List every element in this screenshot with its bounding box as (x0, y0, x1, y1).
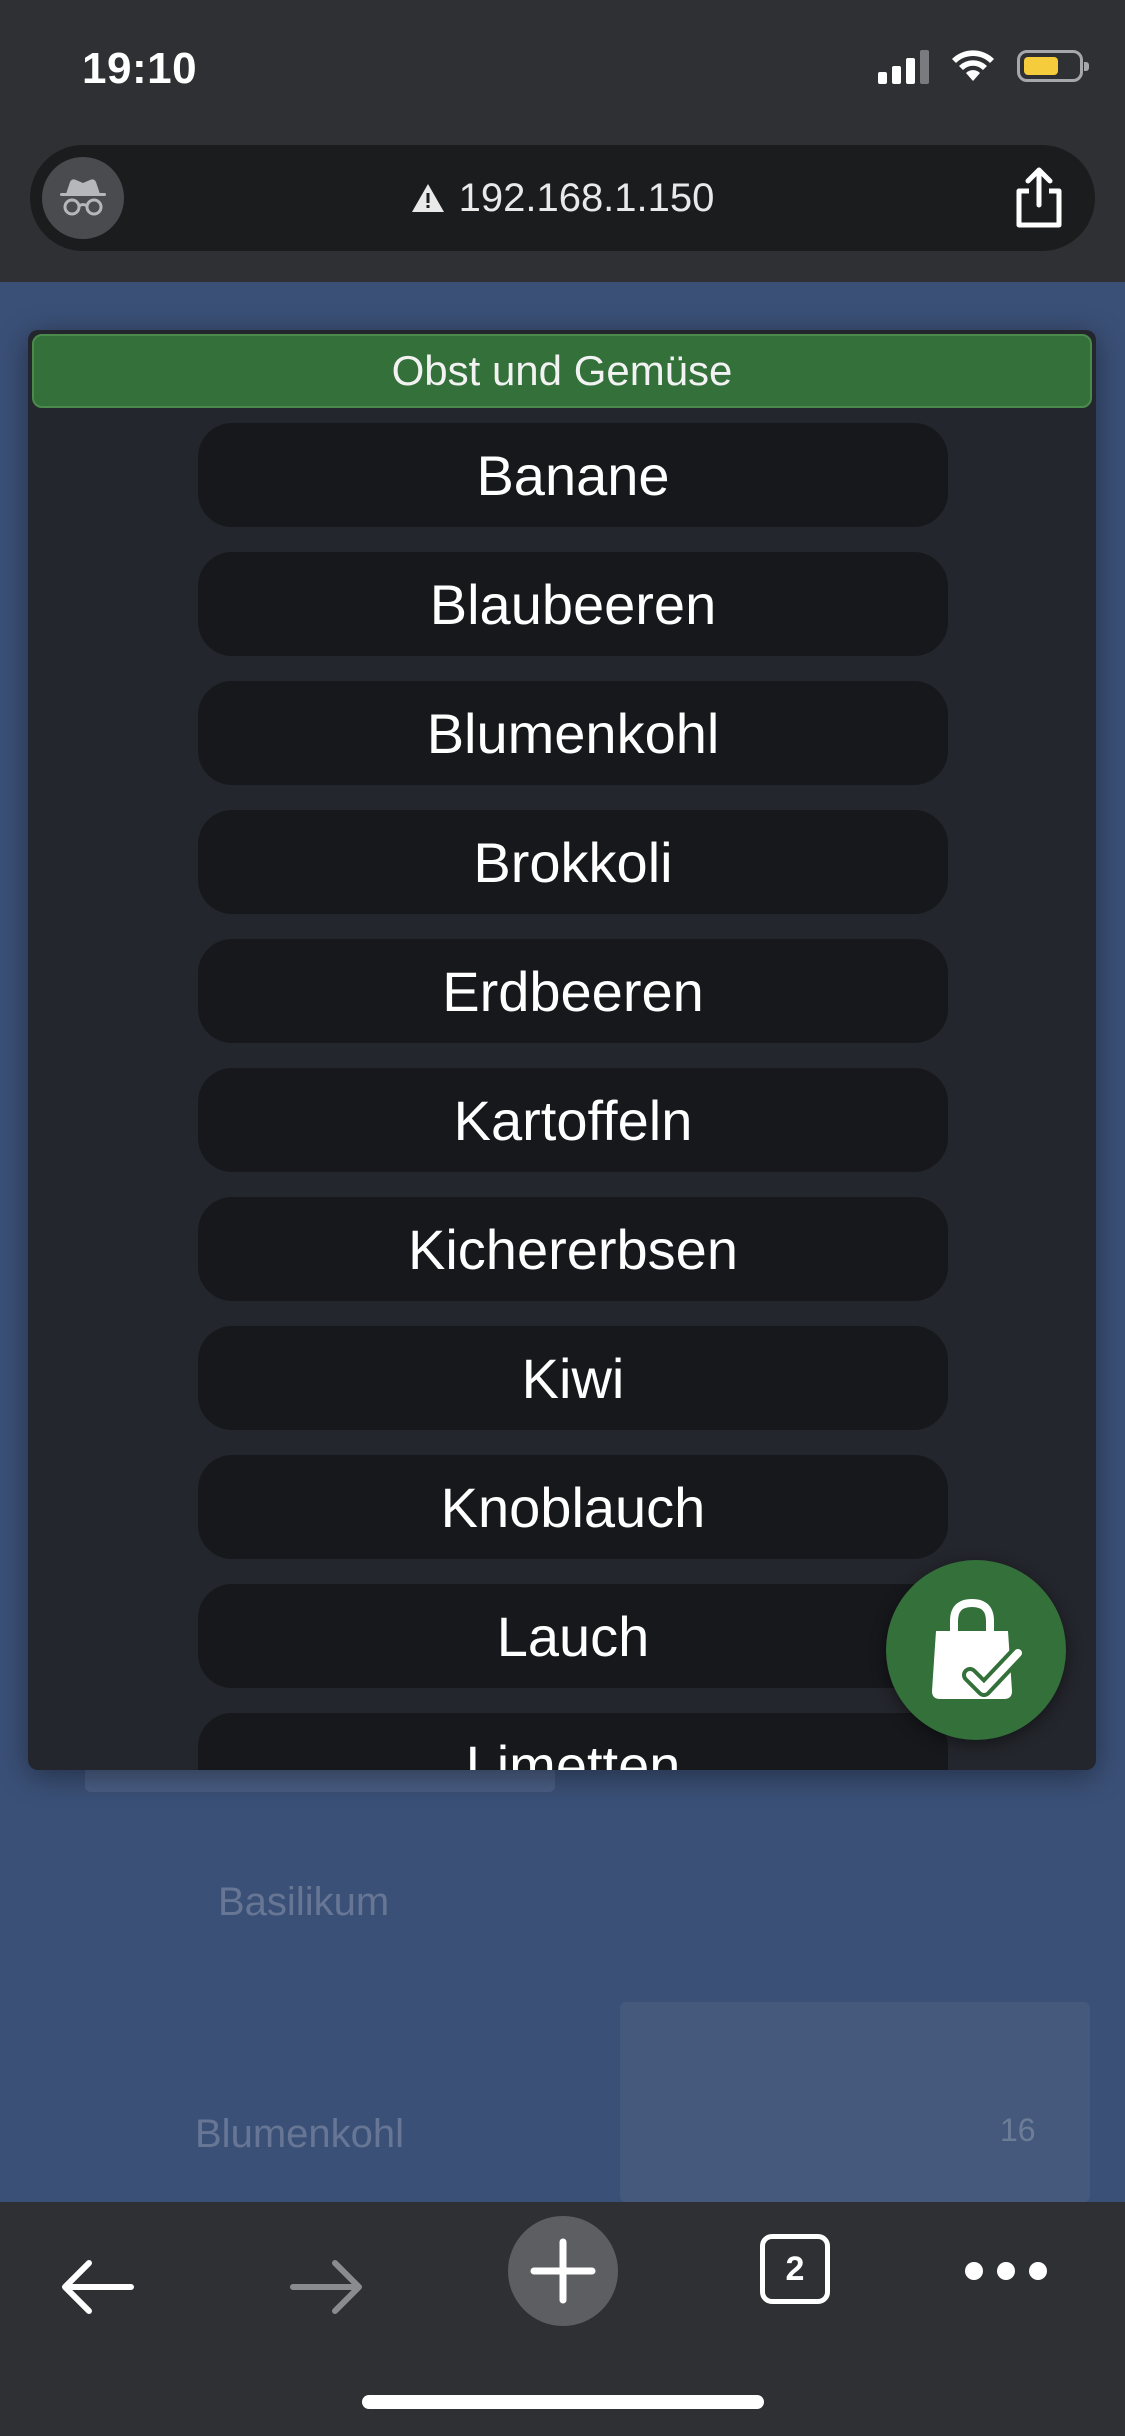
list-item-blumenkohl[interactable]: Blumenkohl (198, 681, 948, 785)
list-item-knoblauch[interactable]: Knoblauch (198, 1455, 948, 1559)
arrow-left-icon (62, 2260, 134, 2314)
list-item-banane[interactable]: Banane (198, 423, 948, 527)
address-bar[interactable]: 192.168.1.150 (30, 145, 1095, 251)
list-item-blaubeeren[interactable]: Blaubeeren (198, 552, 948, 656)
warning-icon (411, 184, 444, 212)
list-item-kichererbsen[interactable]: Kichererbsen (198, 1197, 948, 1301)
home-indicator (362, 2395, 764, 2409)
list-item-brokkoli[interactable]: Brokkoli (198, 810, 948, 914)
shopping-list-fab[interactable] (886, 1560, 1066, 1740)
list-item-lauch[interactable]: Lauch (198, 1584, 948, 1688)
background-item-label: Blumenkohl (195, 2112, 405, 2156)
more-icon[interactable] (965, 2262, 1047, 2280)
new-tab-button[interactable] (508, 2216, 618, 2326)
list-item-limetten[interactable]: Limetten (198, 1713, 948, 1770)
url-display[interactable]: 192.168.1.150 (30, 145, 1095, 251)
list-item-erdbeeren[interactable]: Erdbeeren (198, 939, 948, 1043)
tabs-button[interactable]: 2 (760, 2234, 830, 2304)
wifi-icon (952, 50, 994, 81)
cellular-signal-icon (878, 48, 929, 84)
category-modal: Obst und Gemüse Banane Blaubeeren Blumen… (28, 330, 1096, 1770)
list-item-kiwi[interactable]: Kiwi (198, 1326, 948, 1430)
list-item-kartoffeln[interactable]: Kartoffeln (198, 1068, 948, 1172)
plus-icon (530, 2238, 596, 2304)
background-item-label: Basilikum (218, 1880, 390, 1924)
arrow-right-icon (290, 2260, 362, 2314)
background-image-tile (620, 2002, 1090, 2202)
background-count-badge: 16 (1000, 2112, 1036, 2148)
status-icons (878, 48, 1089, 84)
browser-top-chrome: 19:10 192.168.1.150 (0, 0, 1125, 282)
shopping-bag-check-icon (932, 1598, 1026, 1699)
modal-title: Obst und Gemüse (32, 334, 1092, 408)
status-time: 19:10 (82, 44, 198, 93)
battery-icon (1017, 50, 1089, 82)
share-icon[interactable] (1009, 167, 1069, 229)
url-text: 192.168.1.150 (458, 175, 715, 220)
back-button[interactable] (42, 2232, 152, 2342)
forward-button[interactable] (272, 2232, 382, 2342)
